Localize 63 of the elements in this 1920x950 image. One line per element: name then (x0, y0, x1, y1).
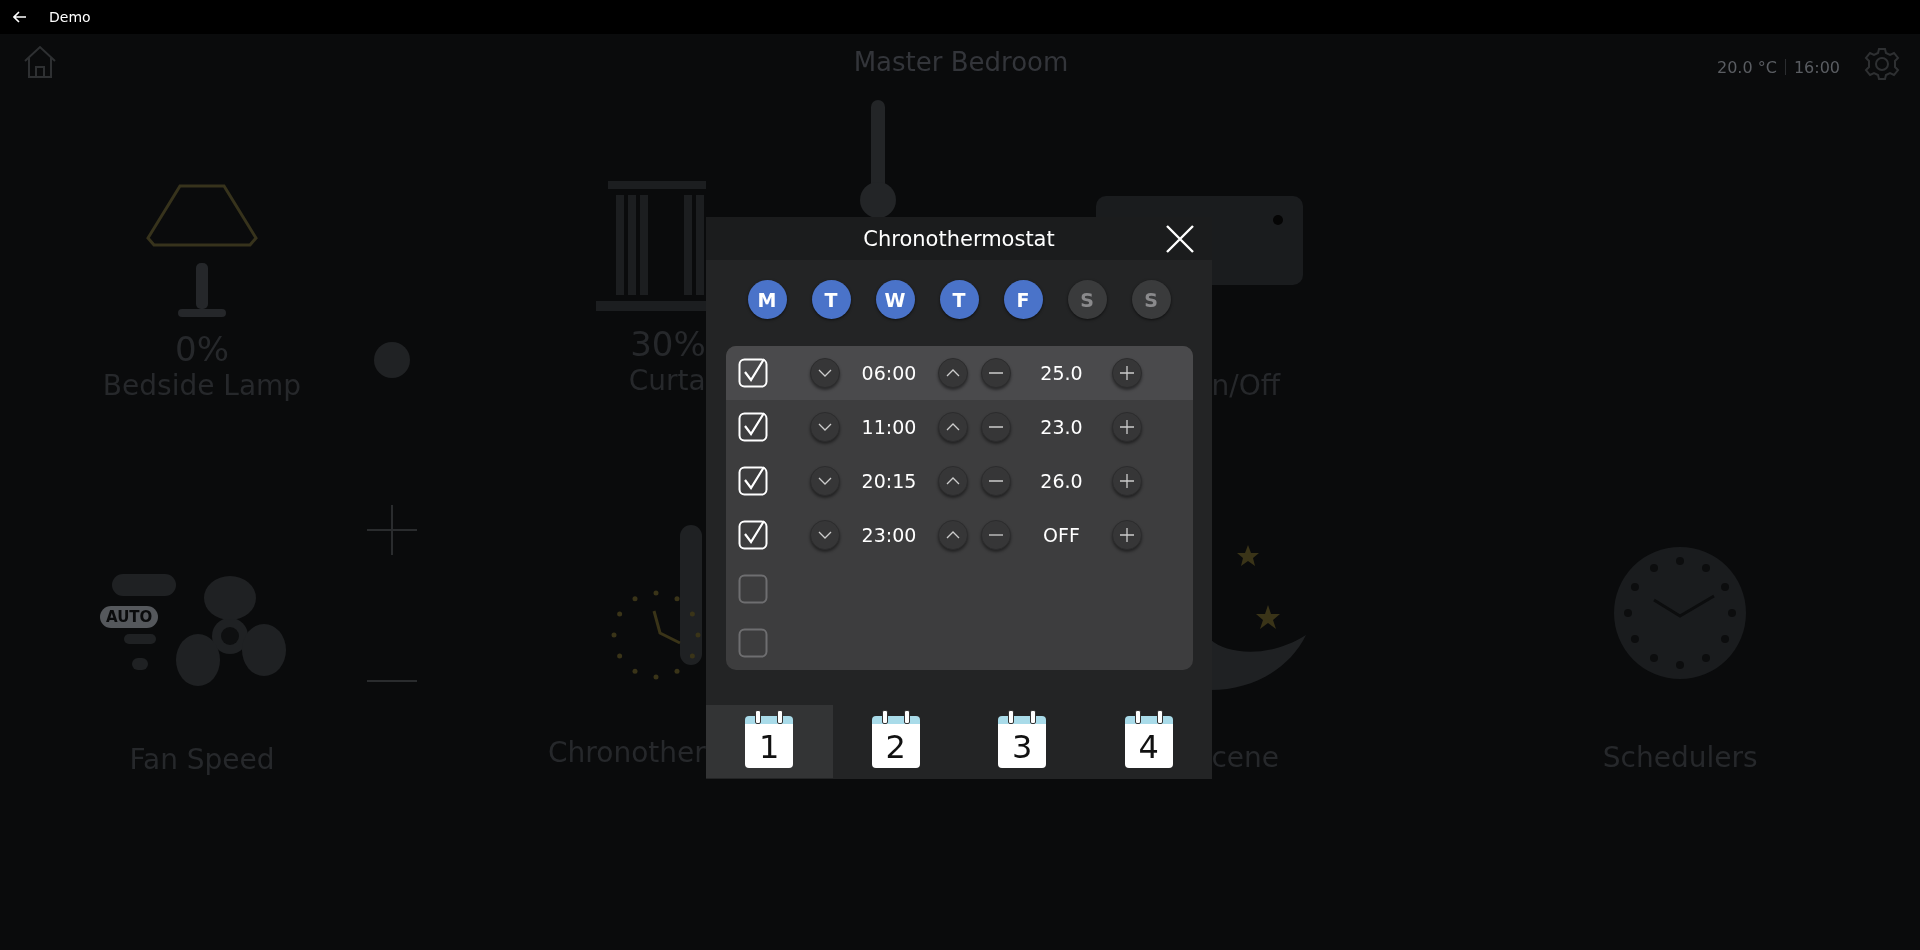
time-up-button[interactable] (938, 358, 968, 388)
plus-icon (1120, 528, 1134, 542)
close-icon[interactable] (1166, 225, 1194, 253)
program-tab[interactable]: 4 (1085, 705, 1212, 778)
chevron-down-icon (818, 531, 832, 539)
day-toggle[interactable]: F (1003, 280, 1043, 319)
program-tab[interactable]: 2 (832, 705, 959, 778)
chevron-up-icon (946, 369, 960, 377)
setpoint-value: 23.0 (1039, 416, 1084, 438)
time-up-button[interactable] (938, 466, 968, 496)
checkbox[interactable] (738, 574, 768, 604)
clock-time: 16:00 (1793, 57, 1840, 77)
time-down-button[interactable] (810, 520, 840, 550)
minus-icon (989, 426, 1003, 428)
temperature-reading: 20.0 °C (1717, 57, 1777, 77)
plus-icon (1120, 366, 1134, 380)
app-title: Demo (49, 9, 91, 25)
dialog-title: Chronothermostat (863, 226, 1055, 251)
program-tab[interactable]: 1 (706, 705, 833, 778)
setpoint-value: 26.0 (1039, 470, 1084, 492)
schedule-row[interactable]: 11:00 23.0 (726, 400, 1193, 454)
setpoint-value: 25.0 (1039, 362, 1084, 384)
program-tab[interactable]: 3 (959, 705, 1086, 778)
minus-button[interactable] (981, 520, 1011, 550)
chevron-up-icon (946, 531, 960, 539)
slider-knob[interactable] (374, 342, 410, 378)
minus-icon (989, 480, 1003, 482)
minus-button[interactable] (981, 412, 1011, 442)
plus-button[interactable] (1112, 358, 1142, 388)
time-up-button[interactable] (938, 520, 968, 550)
plus-icon (1120, 420, 1134, 434)
mode-badge: AUTO (100, 606, 159, 628)
time-value: 11:00 (860, 416, 918, 438)
time-value: 06:00 (860, 362, 918, 384)
plus-button[interactable] (1112, 466, 1142, 496)
time-up-button[interactable] (938, 412, 968, 442)
time-down-button[interactable] (810, 412, 840, 442)
day-toggle[interactable]: W (875, 280, 915, 319)
checkbox[interactable] (738, 628, 768, 658)
chevron-down-icon (818, 423, 832, 431)
time-value: 23:00 (860, 524, 918, 546)
chevron-up-icon (946, 477, 960, 485)
schedule-row[interactable]: 20:15 26.0 (726, 454, 1193, 508)
minus-icon (989, 372, 1003, 374)
schedule-row[interactable]: 23:00 OFF (726, 508, 1193, 562)
minus-icon (989, 534, 1003, 536)
plus-icon (1120, 474, 1134, 488)
setpoint-value: OFF (1042, 524, 1081, 546)
chevron-down-icon (818, 477, 832, 485)
time-value: 20:15 (860, 470, 918, 492)
schedule-row[interactable]: 06:00 25.0 (726, 346, 1193, 400)
back-arrow-icon[interactable] (13, 11, 27, 23)
minus-button[interactable] (981, 358, 1011, 388)
plus-button[interactable] (1112, 412, 1142, 442)
day-toggle[interactable]: M (747, 280, 787, 319)
minus-button[interactable] (981, 466, 1011, 496)
plus-button[interactable] (1112, 520, 1142, 550)
chevron-down-icon (818, 369, 832, 377)
chevron-up-icon (946, 423, 960, 431)
time-down-button[interactable] (810, 466, 840, 496)
day-toggle[interactable]: T (811, 280, 851, 319)
time-down-button[interactable] (810, 358, 840, 388)
day-toggle[interactable]: T (939, 280, 979, 319)
